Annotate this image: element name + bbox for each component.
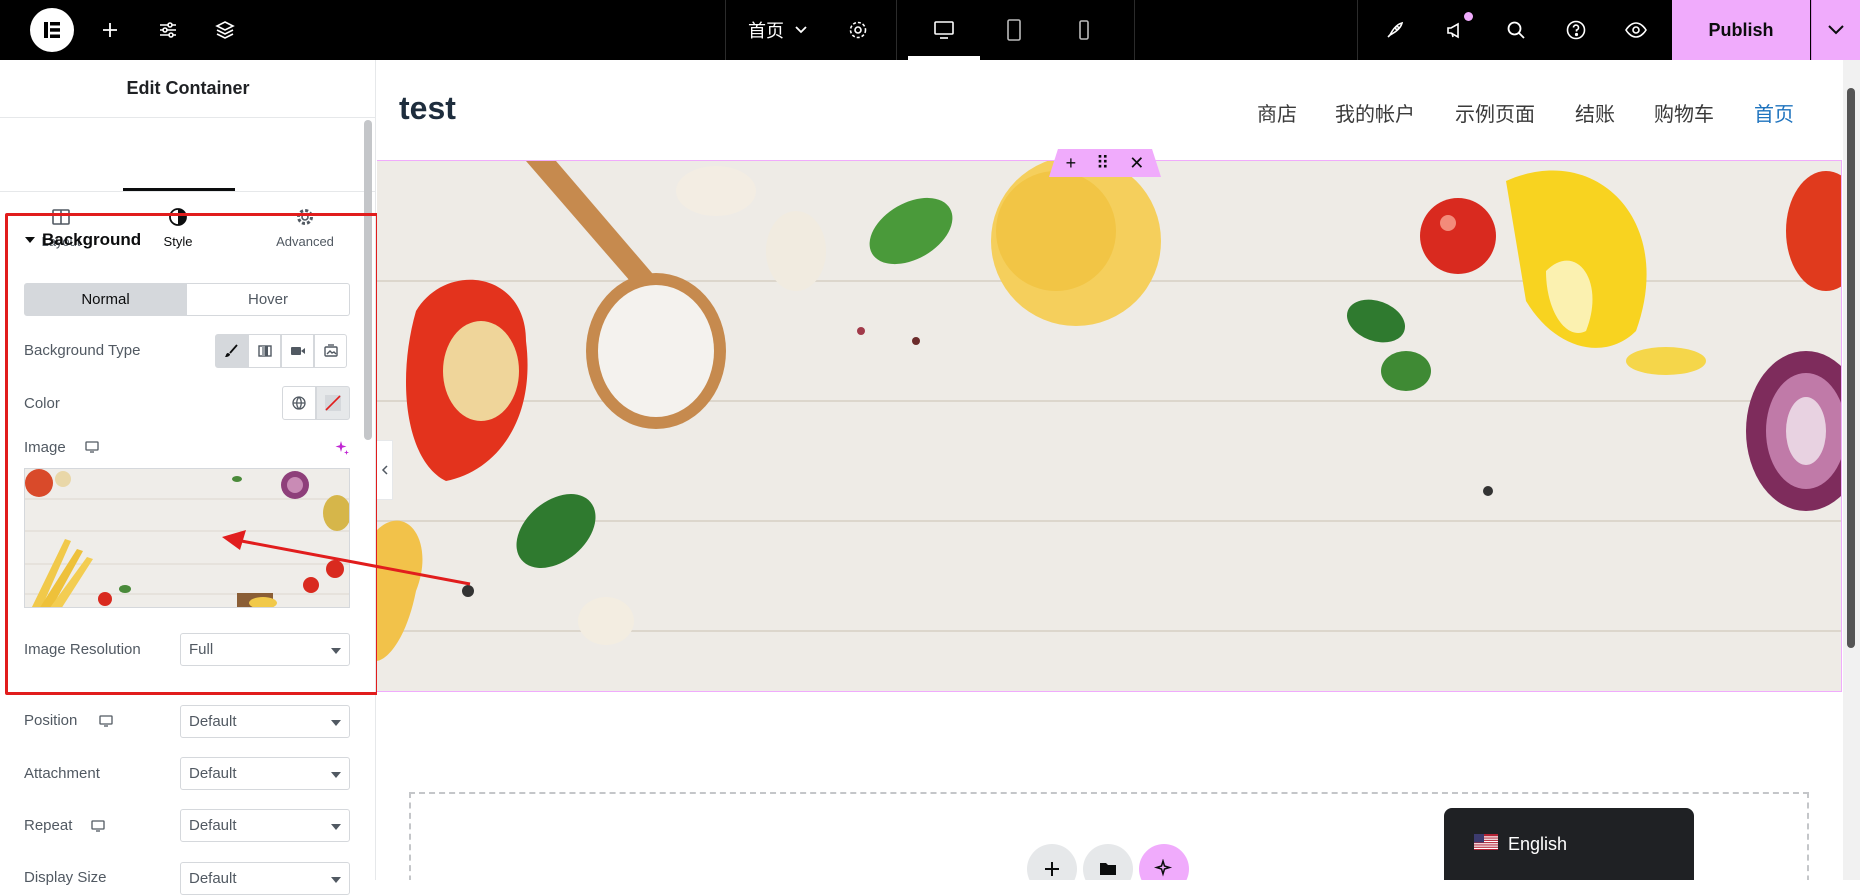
display-size-select[interactable]: Default bbox=[180, 862, 350, 895]
repeat-select[interactable]: Default bbox=[180, 809, 350, 842]
tab-advanced-label: Advanced bbox=[276, 234, 334, 249]
tab-style-label: Style bbox=[163, 234, 193, 249]
container-handle[interactable]: + ⠿ ✕ bbox=[1049, 149, 1161, 177]
nav-item-home[interactable]: 首页 bbox=[1754, 98, 1794, 127]
hero-background-image bbox=[377, 161, 1841, 691]
background-image-preview[interactable] bbox=[24, 468, 350, 608]
display-size-label: Display Size bbox=[24, 869, 107, 886]
nav-item-account[interactable]: 我的帐户 bbox=[1335, 98, 1415, 127]
mobile-icon[interactable] bbox=[1062, 0, 1106, 60]
attachment-select[interactable]: Default bbox=[180, 757, 350, 790]
image-resolution-label: Image Resolution bbox=[24, 641, 141, 658]
bg-type-classic-button[interactable] bbox=[215, 334, 248, 368]
nav-item-shop[interactable]: 商店 bbox=[1257, 98, 1297, 127]
no-color-icon bbox=[325, 395, 341, 411]
state-tab-normal[interactable]: Normal bbox=[24, 283, 187, 316]
canvas-scrollbar-thumb[interactable] bbox=[1847, 88, 1855, 648]
close-icon[interactable]: ✕ bbox=[1129, 153, 1144, 174]
publish-options-button[interactable] bbox=[1811, 0, 1860, 60]
nav-item-sample-page[interactable]: 示例页面 bbox=[1455, 98, 1535, 127]
caret-down-icon bbox=[25, 237, 35, 243]
color-label: Color bbox=[24, 395, 60, 412]
attachment-label: Attachment bbox=[24, 765, 100, 782]
chevron-down-icon bbox=[795, 26, 807, 34]
image-label: Image bbox=[24, 439, 66, 456]
rocket-icon[interactable] bbox=[1373, 0, 1417, 60]
attachment-value: Default bbox=[189, 765, 237, 782]
site-nav: 商店 我的帐户 示例页面 结账 购物车 首页 bbox=[377, 98, 1837, 128]
gradient-icon bbox=[257, 345, 272, 357]
bg-type-video-button[interactable] bbox=[281, 334, 314, 368]
page-settings-icon[interactable] bbox=[836, 0, 880, 60]
drag-handle-icon[interactable]: ⠿ bbox=[1096, 153, 1109, 174]
notification-dot bbox=[1464, 12, 1473, 21]
tablet-icon[interactable] bbox=[992, 0, 1036, 60]
nav-item-checkout[interactable]: 结账 bbox=[1575, 98, 1615, 127]
brush-icon bbox=[224, 344, 238, 357]
global-colors-button[interactable] bbox=[282, 386, 316, 420]
color-picker-swatch[interactable] bbox=[316, 386, 350, 420]
position-select[interactable]: Default bbox=[180, 705, 350, 738]
panel-title: Edit Container bbox=[0, 60, 375, 118]
background-type-label: Background Type bbox=[24, 342, 141, 359]
language-label: English bbox=[1508, 834, 1568, 854]
image-resolution-select[interactable]: Full bbox=[180, 633, 350, 666]
globe-icon bbox=[292, 396, 306, 410]
slideshow-icon bbox=[323, 344, 338, 357]
eye-icon[interactable] bbox=[1614, 0, 1658, 60]
display-size-value: Default bbox=[189, 870, 237, 887]
us-flag-icon bbox=[1474, 834, 1498, 850]
section-title: Background bbox=[42, 230, 142, 249]
language-switcher[interactable]: English bbox=[1444, 808, 1694, 880]
top-bar: 首页 Publish bbox=[0, 0, 1860, 60]
preview-canvas: test 商店 我的帐户 示例页面 结账 购物车 首页 + ⠿ ✕ bbox=[377, 60, 1860, 880]
gear-icon bbox=[297, 209, 313, 225]
add-element-icon[interactable]: + bbox=[1066, 153, 1077, 174]
responsive-desktop-icon[interactable] bbox=[84, 440, 100, 454]
page-name: 首页 bbox=[748, 21, 784, 41]
state-tab-hover[interactable]: Hover bbox=[187, 283, 350, 316]
page-selector[interactable]: 首页 bbox=[726, 0, 836, 60]
bg-type-slideshow-button[interactable] bbox=[314, 334, 347, 368]
folder-icon bbox=[1100, 863, 1116, 875]
megaphone-icon[interactable] bbox=[1434, 0, 1478, 60]
chevron-left-icon bbox=[381, 465, 388, 475]
sliders-icon[interactable] bbox=[146, 0, 190, 60]
responsive-desktop-icon[interactable] bbox=[98, 714, 114, 728]
repeat-label: Repeat bbox=[24, 817, 73, 834]
desktop-icon[interactable] bbox=[922, 0, 966, 60]
video-camera-icon bbox=[290, 347, 305, 355]
chevron-down-icon bbox=[1828, 25, 1844, 35]
ai-sparkle-icon[interactable] bbox=[334, 440, 350, 456]
responsive-desktop-icon[interactable] bbox=[90, 819, 106, 833]
search-icon[interactable] bbox=[1494, 0, 1538, 60]
position-label: Position bbox=[24, 712, 78, 729]
collapse-panel-button[interactable] bbox=[377, 440, 393, 500]
section-background-toggle[interactable]: Background bbox=[24, 230, 141, 250]
position-value: Default bbox=[189, 713, 237, 730]
plus-icon[interactable] bbox=[88, 0, 132, 60]
hero-container[interactable] bbox=[377, 160, 1842, 692]
layers-icon[interactable] bbox=[203, 0, 247, 60]
bg-type-gradient-button[interactable] bbox=[248, 334, 281, 368]
plus-icon bbox=[1045, 862, 1059, 876]
elementor-logo-icon[interactable] bbox=[30, 8, 74, 52]
publish-button[interactable]: Publish bbox=[1672, 0, 1810, 60]
ai-sparkle-icon bbox=[1154, 859, 1173, 877]
help-icon[interactable] bbox=[1554, 0, 1598, 60]
image-resolution-value: Full bbox=[189, 641, 214, 658]
layout-icon bbox=[52, 209, 70, 225]
nav-item-cart[interactable]: 购物车 bbox=[1654, 98, 1714, 127]
repeat-value: Default bbox=[189, 817, 237, 834]
panel-scrollbar[interactable] bbox=[364, 120, 372, 440]
half-circle-icon bbox=[169, 208, 187, 226]
